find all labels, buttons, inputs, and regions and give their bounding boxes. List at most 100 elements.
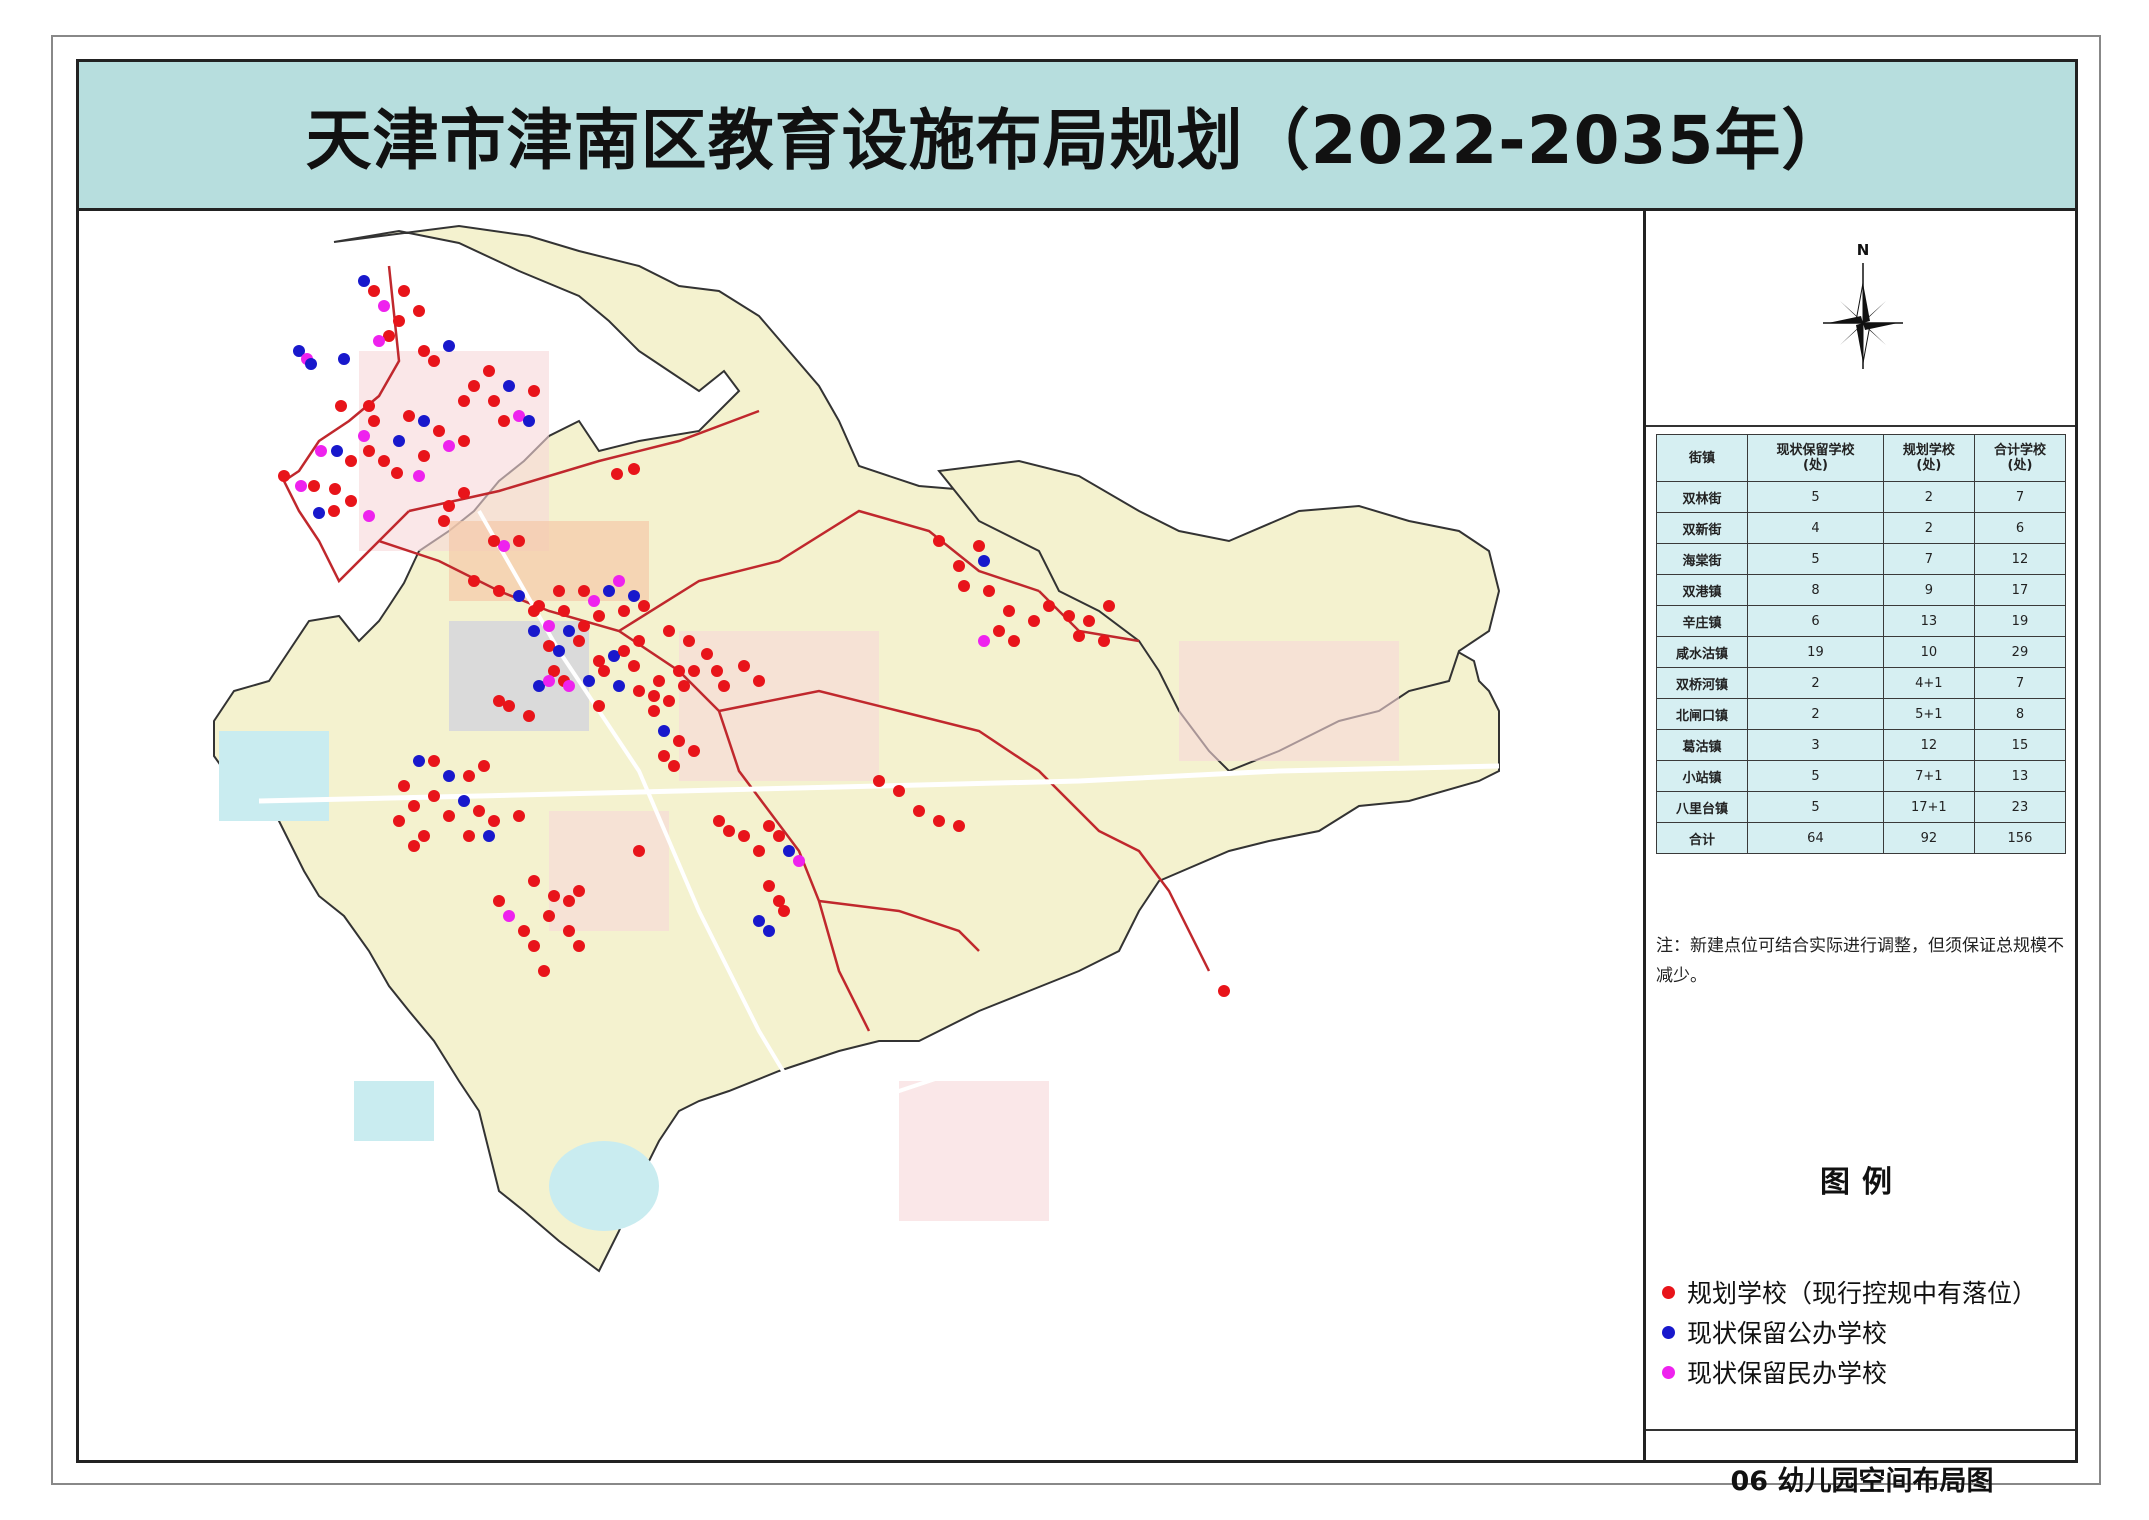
planned-school-marker[interactable] — [663, 625, 675, 637]
planned-school-marker[interactable] — [513, 535, 525, 547]
planned-school-marker[interactable] — [933, 535, 945, 547]
planned-school-marker[interactable] — [363, 445, 375, 457]
planned-school-marker[interactable] — [433, 425, 445, 437]
public-school-marker[interactable] — [658, 725, 670, 737]
planned-school-marker[interactable] — [398, 285, 410, 297]
planned-school-marker[interactable] — [933, 815, 945, 827]
planned-school-marker[interactable] — [633, 685, 645, 697]
planned-school-marker[interactable] — [428, 790, 440, 802]
planned-school-marker[interactable] — [528, 940, 540, 952]
planned-school-marker[interactable] — [391, 467, 403, 479]
private-school-marker[interactable] — [378, 300, 390, 312]
public-school-marker[interactable] — [503, 380, 515, 392]
public-school-marker[interactable] — [458, 795, 470, 807]
planned-school-marker[interactable] — [983, 585, 995, 597]
planned-school-marker[interactable] — [308, 480, 320, 492]
public-school-marker[interactable] — [413, 755, 425, 767]
planned-school-marker[interactable] — [633, 635, 645, 647]
public-school-marker[interactable] — [393, 435, 405, 447]
planned-school-marker[interactable] — [393, 815, 405, 827]
planned-school-marker[interactable] — [628, 660, 640, 672]
planned-school-marker[interactable] — [463, 830, 475, 842]
planned-school-marker[interactable] — [528, 605, 540, 617]
planned-school-marker[interactable] — [633, 845, 645, 857]
planned-school-marker[interactable] — [573, 635, 585, 647]
planned-school-marker[interactable] — [1008, 635, 1020, 647]
private-school-marker[interactable] — [543, 675, 555, 687]
planned-school-marker[interactable] — [673, 735, 685, 747]
planned-school-marker[interactable] — [493, 895, 505, 907]
planned-school-marker[interactable] — [328, 505, 340, 517]
planned-school-marker[interactable] — [753, 675, 765, 687]
planned-school-marker[interactable] — [593, 700, 605, 712]
planned-school-marker[interactable] — [663, 695, 675, 707]
planned-school-marker[interactable] — [403, 410, 415, 422]
public-school-marker[interactable] — [313, 507, 325, 519]
planned-school-marker[interactable] — [578, 585, 590, 597]
planned-school-marker[interactable] — [463, 770, 475, 782]
planned-school-marker[interactable] — [648, 705, 660, 717]
planned-school-marker[interactable] — [473, 805, 485, 817]
planned-school-marker[interactable] — [1043, 600, 1055, 612]
public-school-marker[interactable] — [443, 340, 455, 352]
map-canvas[interactable] — [79, 211, 1643, 1460]
planned-school-marker[interactable] — [483, 365, 495, 377]
planned-school-marker[interactable] — [278, 470, 290, 482]
planned-school-marker[interactable] — [958, 580, 970, 592]
planned-school-marker[interactable] — [418, 345, 430, 357]
planned-school-marker[interactable] — [1028, 615, 1040, 627]
planned-school-marker[interactable] — [673, 665, 685, 677]
planned-school-marker[interactable] — [683, 635, 695, 647]
planned-school-marker[interactable] — [688, 665, 700, 677]
private-school-marker[interactable] — [978, 635, 990, 647]
planned-school-marker[interactable] — [873, 775, 885, 787]
planned-school-marker[interactable] — [668, 760, 680, 772]
planned-school-marker[interactable] — [953, 560, 965, 572]
private-school-marker[interactable] — [358, 430, 370, 442]
private-school-marker[interactable] — [413, 470, 425, 482]
public-school-marker[interactable] — [513, 590, 525, 602]
planned-school-marker[interactable] — [488, 815, 500, 827]
planned-school-marker[interactable] — [398, 780, 410, 792]
planned-school-marker[interactable] — [503, 700, 515, 712]
planned-school-marker[interactable] — [478, 760, 490, 772]
public-school-marker[interactable] — [523, 415, 535, 427]
planned-school-marker[interactable] — [363, 400, 375, 412]
public-school-marker[interactable] — [483, 830, 495, 842]
planned-school-marker[interactable] — [523, 710, 535, 722]
public-school-marker[interactable] — [358, 275, 370, 287]
planned-school-marker[interactable] — [593, 610, 605, 622]
public-school-marker[interactable] — [583, 675, 595, 687]
private-school-marker[interactable] — [373, 335, 385, 347]
planned-school-marker[interactable] — [718, 680, 730, 692]
planned-school-marker[interactable] — [618, 645, 630, 657]
planned-school-marker[interactable] — [738, 830, 750, 842]
planned-school-marker[interactable] — [468, 380, 480, 392]
private-school-marker[interactable] — [588, 595, 600, 607]
planned-school-marker[interactable] — [701, 648, 713, 660]
planned-school-marker[interactable] — [578, 620, 590, 632]
planned-school-marker[interactable] — [1073, 630, 1085, 642]
private-school-marker[interactable] — [613, 575, 625, 587]
planned-school-marker[interactable] — [913, 805, 925, 817]
planned-school-marker[interactable] — [345, 495, 357, 507]
public-school-marker[interactable] — [443, 770, 455, 782]
planned-school-marker[interactable] — [618, 605, 630, 617]
public-school-marker[interactable] — [331, 445, 343, 457]
planned-school-marker[interactable] — [488, 535, 500, 547]
public-school-marker[interactable] — [753, 915, 765, 927]
planned-school-marker[interactable] — [443, 810, 455, 822]
planned-school-marker[interactable] — [518, 925, 530, 937]
planned-school-marker[interactable] — [563, 925, 575, 937]
public-school-marker[interactable] — [978, 555, 990, 567]
private-school-marker[interactable] — [543, 620, 555, 632]
planned-school-marker[interactable] — [1098, 635, 1110, 647]
private-school-marker[interactable] — [315, 445, 327, 457]
public-school-marker[interactable] — [305, 358, 317, 370]
planned-school-marker[interactable] — [773, 830, 785, 842]
public-school-marker[interactable] — [603, 585, 615, 597]
planned-school-marker[interactable] — [973, 540, 985, 552]
planned-school-marker[interactable] — [638, 600, 650, 612]
planned-school-marker[interactable] — [763, 880, 775, 892]
planned-school-marker[interactable] — [538, 965, 550, 977]
